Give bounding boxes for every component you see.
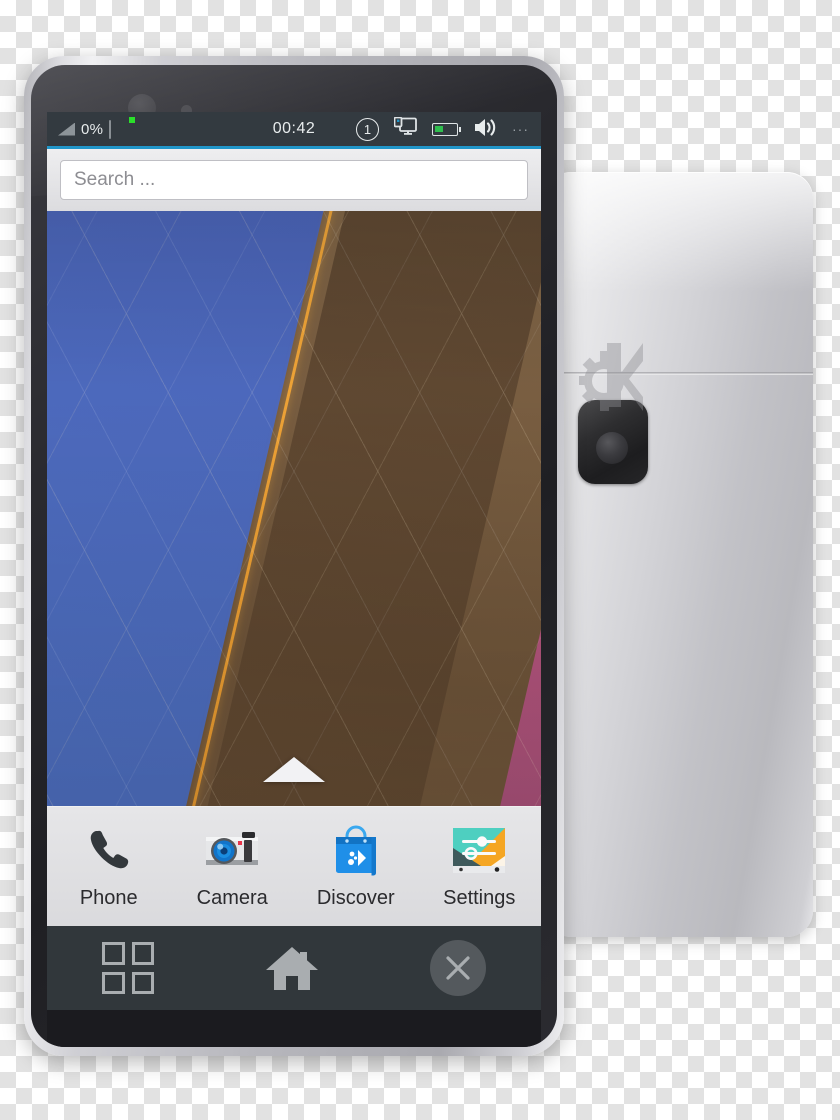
- grid-cell: [131, 971, 154, 994]
- battery-level-fill: [435, 126, 443, 132]
- rear-camera-lens-icon: [596, 432, 628, 464]
- settings-sliders-icon: [449, 821, 509, 881]
- dock-label-camera: Camera: [196, 887, 268, 909]
- app-dock: Phone Camera Discover Settings: [47, 806, 541, 926]
- discover-shopping-bag-icon: [326, 821, 386, 881]
- camera-icon: [202, 821, 262, 881]
- dock-item-phone[interactable]: Phone: [55, 821, 163, 910]
- grid-cell: [131, 942, 154, 965]
- battery-icon[interactable]: [432, 122, 461, 136]
- grid-cell: [102, 971, 125, 994]
- home-house-icon[interactable]: [264, 943, 320, 993]
- status-bar-clock: 00:42: [272, 120, 316, 137]
- search-input[interactable]: [60, 160, 528, 200]
- up-arrow-drawer-handle[interactable]: [263, 757, 325, 782]
- close-x-circle-icon[interactable]: [430, 940, 486, 996]
- kde-gear-k-logo: [577, 339, 647, 411]
- dock-item-settings[interactable]: Settings: [425, 821, 533, 910]
- phone-handset-icon: [79, 821, 139, 881]
- dock-label-phone: Phone: [79, 887, 138, 909]
- phone-screen: 0% 00:42 1 ··· Search ... Phone Camera D…: [47, 112, 541, 1010]
- rear-camera-icon: [578, 400, 648, 484]
- wallpaper-vignette: [47, 211, 541, 806]
- dock-item-discover[interactable]: Discover: [302, 821, 410, 910]
- front-phone: 0% 00:42 1 ··· Search ... Phone Camera D…: [24, 56, 564, 1056]
- front-phone-glass: 0% 00:42 1 ··· Search ... Phone Camera D…: [31, 65, 557, 1047]
- dock-label-settings: Settings: [443, 887, 516, 909]
- back-phone-gloss: [545, 172, 813, 292]
- navigation-bar: [47, 926, 541, 1010]
- dock-label-discover: Discover: [316, 887, 395, 909]
- grid-cell: [102, 942, 125, 965]
- back-phone: [545, 172, 813, 937]
- search-panel: [47, 149, 541, 211]
- phone-chin: [47, 1010, 541, 1047]
- grid-four-squares-icon[interactable]: [102, 942, 154, 994]
- status-bar: 0% 00:42 1 ···: [47, 112, 541, 149]
- dock-item-camera[interactable]: Camera: [178, 821, 286, 910]
- homescreen-wallpaper[interactable]: [47, 211, 541, 806]
